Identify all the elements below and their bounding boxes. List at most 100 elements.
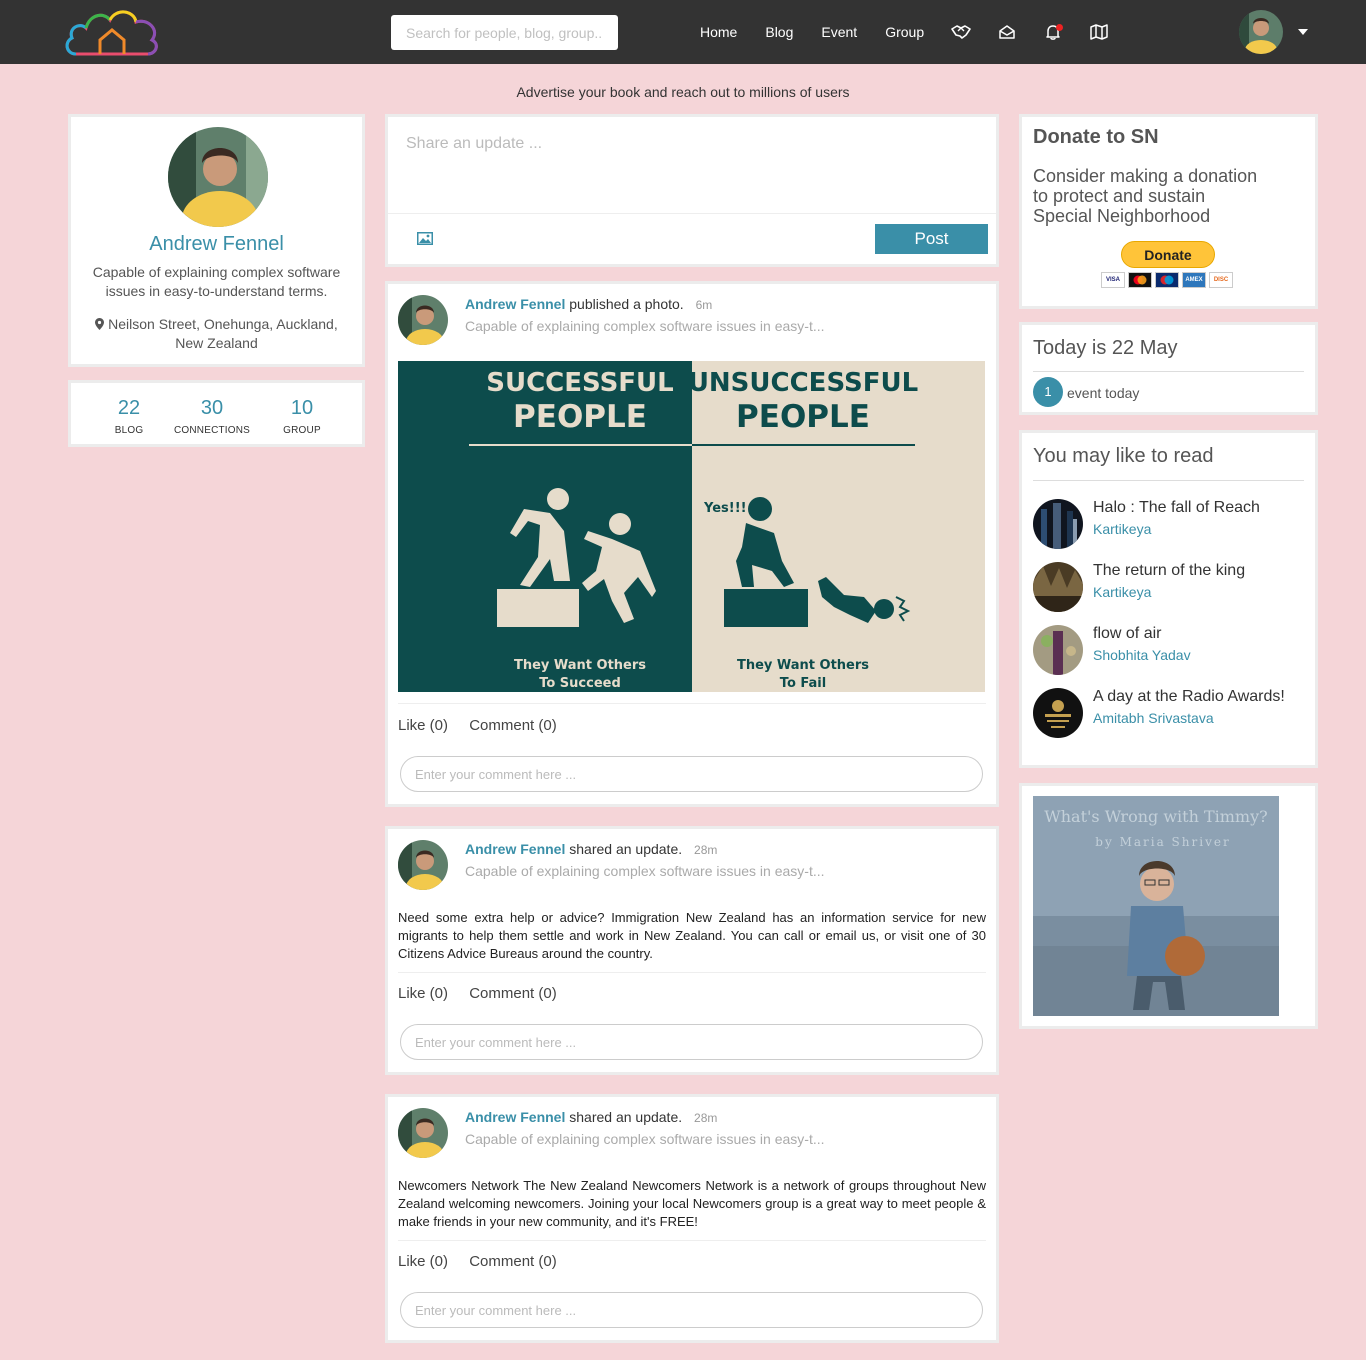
- post-subtitle: Capable of explaining complex software i…: [465, 318, 825, 334]
- nav-home[interactable]: Home: [686, 24, 751, 40]
- profile-bio: Capable of explaining complex software i…: [92, 264, 341, 299]
- discover-icon: DISC: [1209, 272, 1233, 288]
- handshake-icon[interactable]: [938, 0, 984, 64]
- comment-input[interactable]: [400, 1292, 983, 1328]
- post-time: 6m: [695, 298, 713, 312]
- donate-text-line: Consider making a donation: [1033, 166, 1258, 186]
- stat-label: CONNECTIONS: [173, 425, 251, 436]
- post-author[interactable]: Andrew Fennel: [465, 296, 565, 312]
- like-button[interactable]: Like (0): [398, 1253, 448, 1270]
- profile-card: Andrew Fennel Capable of explaining comp…: [68, 114, 365, 367]
- event-label[interactable]: event today: [1067, 385, 1139, 401]
- read-item[interactable]: A day at the Radio Awards! Amitabh Sriva…: [1033, 688, 1313, 740]
- nav-group[interactable]: Group: [871, 24, 938, 40]
- read-title[interactable]: The return of the king: [1093, 562, 1245, 580]
- post-subtitle: Capable of explaining complex software i…: [465, 1131, 825, 1147]
- read-item[interactable]: flow of air Shobhita Yadav: [1033, 625, 1313, 677]
- event-count-badge[interactable]: 1: [1033, 377, 1063, 407]
- post-avatar[interactable]: [398, 1108, 448, 1158]
- bell-icon[interactable]: [1030, 0, 1076, 64]
- read-author[interactable]: Shobhita Yadav: [1093, 647, 1191, 663]
- envelope-open-icon[interactable]: [984, 0, 1030, 64]
- book-ad-card: What's Wrong with Timmy? by Maria Shrive…: [1019, 783, 1318, 1029]
- nav-links: Home Blog Event Group: [686, 0, 1122, 64]
- post-button[interactable]: Post: [875, 224, 988, 254]
- post-header: Andrew Fennel shared an update. 28m: [465, 1109, 717, 1125]
- maestro-icon: [1155, 272, 1179, 288]
- post-image[interactable]: SUCCESSFUL PEOPLE UNSUCCESSFUL PEOPLE Th…: [398, 361, 985, 692]
- like-button[interactable]: Like (0): [398, 717, 448, 734]
- profile-avatar[interactable]: [168, 127, 268, 227]
- read-thumbnail[interactable]: [1033, 625, 1083, 675]
- comment-input[interactable]: [400, 756, 983, 792]
- map-icon[interactable]: [1076, 0, 1122, 64]
- payment-cards: VISA AMEX DISC: [1101, 272, 1233, 288]
- stat-blog[interactable]: 22 BLOG: [96, 397, 162, 436]
- read-title[interactable]: Halo : The fall of Reach: [1093, 499, 1260, 517]
- post-avatar[interactable]: [398, 295, 448, 345]
- stats-card: 22 BLOG 30 CONNECTIONS 10 GROUP: [68, 380, 365, 447]
- post-actions: Like (0) Comment (0): [398, 1253, 574, 1270]
- donate-button[interactable]: Donate: [1121, 241, 1215, 268]
- book-ad-image[interactable]: What's Wrong with Timmy? by Maria Shrive…: [1033, 796, 1279, 1016]
- nav-blog[interactable]: Blog: [751, 24, 807, 40]
- profile-location-text: Neilson Street, Onehunga, Auckland, New …: [108, 316, 338, 351]
- mastercard-icon: [1128, 272, 1152, 288]
- read-author[interactable]: Amitabh Srivastava: [1093, 710, 1214, 726]
- share-update-input[interactable]: [388, 117, 996, 214]
- post-header: Andrew Fennel published a photo. 6m: [465, 296, 712, 312]
- read-thumbnail[interactable]: [1033, 499, 1083, 549]
- stat-group[interactable]: 10 GROUP: [269, 397, 335, 436]
- read-title[interactable]: flow of air: [1093, 625, 1161, 643]
- today-title: Today is 22 May: [1033, 337, 1178, 359]
- comment-input[interactable]: [400, 1024, 983, 1060]
- today-card: Today is 22 May 1 event today: [1019, 322, 1318, 415]
- poster-left-caption-1: They Want Others: [514, 658, 646, 673]
- read-title[interactable]: A day at the Radio Awards!: [1093, 688, 1285, 706]
- book-ad-title: What's Wrong with Timmy?: [1044, 807, 1267, 826]
- search-input[interactable]: [391, 15, 618, 50]
- read-author[interactable]: Kartikeya: [1093, 521, 1151, 537]
- site-logo[interactable]: [64, 6, 162, 58]
- post-author[interactable]: Andrew Fennel: [465, 841, 565, 857]
- read-thumbnail[interactable]: [1033, 562, 1083, 612]
- post-text: Need some extra help or advice? Immigrat…: [398, 910, 986, 961]
- stat-value: 30: [200, 397, 224, 419]
- poster-right-title-2: PEOPLE: [736, 399, 870, 435]
- poster-right-caption-2: To Fail: [780, 676, 826, 691]
- post-avatar[interactable]: [398, 840, 448, 890]
- post-text: Newcomers Network The New Zealand Newcom…: [398, 1178, 986, 1229]
- chevron-down-icon[interactable]: [1298, 29, 1308, 35]
- donate-card: Donate to SN Consider making a donation …: [1019, 114, 1318, 309]
- read-item[interactable]: The return of the king Kartikeya: [1033, 562, 1313, 614]
- post-time: 28m: [694, 843, 718, 857]
- read-thumbnail[interactable]: [1033, 688, 1083, 738]
- poster-left-caption-2: To Succeed: [539, 676, 621, 691]
- comment-button[interactable]: Comment (0): [469, 717, 557, 734]
- poster-yes-text: Yes!!!: [703, 501, 747, 516]
- like-button[interactable]: Like (0): [398, 985, 448, 1002]
- post-time: 28m: [694, 1111, 718, 1125]
- post-action: published a photo.: [569, 296, 684, 312]
- share-box: Post: [385, 114, 999, 267]
- read-author[interactable]: Kartikeya: [1093, 584, 1151, 600]
- amex-icon: AMEX: [1182, 272, 1206, 288]
- profile-name[interactable]: Andrew Fennel: [71, 233, 362, 256]
- poster-left-title-2: PEOPLE: [513, 399, 647, 435]
- read-item[interactable]: Halo : The fall of Reach Kartikeya: [1033, 499, 1313, 551]
- poster-right-title-1: UNSUCCESSFUL: [688, 368, 918, 398]
- comment-button[interactable]: Comment (0): [469, 985, 557, 1002]
- advertise-banner[interactable]: Advertise your book and reach out to mil…: [0, 84, 1366, 100]
- stat-connections[interactable]: 30 CONNECTIONS: [169, 397, 255, 436]
- recommended-reads-card: You may like to read Halo : The fall of …: [1019, 430, 1318, 768]
- comment-button[interactable]: Comment (0): [469, 1253, 557, 1270]
- profile-location: Neilson Street, Onehunga, Auckland, New …: [89, 315, 344, 353]
- nav-event[interactable]: Event: [807, 24, 871, 40]
- post-actions: Like (0) Comment (0): [398, 717, 574, 734]
- image-upload-icon[interactable]: [417, 232, 433, 250]
- top-navbar: Home Blog Event Group: [0, 0, 1366, 64]
- stat-value: 10: [290, 397, 314, 419]
- user-avatar[interactable]: [1239, 10, 1283, 54]
- post-author[interactable]: Andrew Fennel: [465, 1109, 565, 1125]
- reads-title: You may like to read: [1033, 445, 1214, 467]
